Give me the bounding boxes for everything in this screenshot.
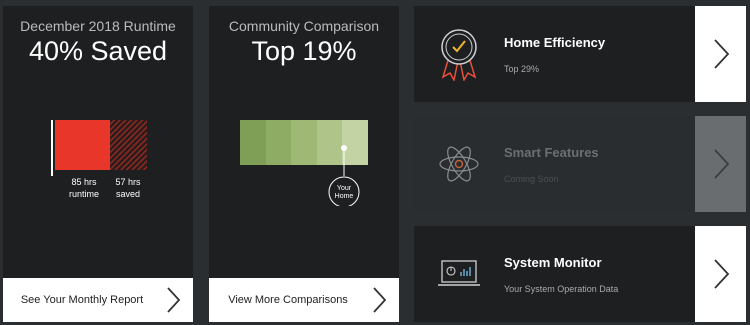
system-monitor-card[interactable]: System Monitor Your System Operation Dat… — [414, 226, 746, 322]
home-efficiency-title: Home Efficiency — [504, 34, 606, 50]
chevron-right-icon — [713, 149, 729, 179]
comparison-segment — [291, 120, 317, 165]
smart-features-card: Smart Features Coming Soon — [414, 116, 746, 212]
view-comparisons-label: View More Comparisons — [228, 294, 348, 306]
runtime-card: December 2018 Runtime 40% Saved 85 hrs r… — [3, 6, 193, 322]
monthly-report-label: See Your Monthly Report — [20, 294, 144, 306]
comparison-segment — [240, 120, 266, 165]
saved-hours-label: saved — [115, 189, 141, 199]
smart-features-chevron — [695, 116, 746, 212]
chevron-right-icon — [713, 39, 729, 69]
smart-features-text: Smart Features Coming Soon — [504, 145, 695, 184]
atom-icon — [414, 116, 504, 212]
runtime-caption: 85 hrs runtime — [59, 176, 109, 200]
chevron-right-icon — [359, 278, 399, 322]
comparison-headline: Top 19% — [251, 36, 357, 66]
comparison-segment — [265, 120, 292, 165]
system-monitor-title: System Monitor — [504, 254, 602, 270]
your-home-marker: Your Home — [328, 145, 360, 206]
runtime-bar-chart — [55, 120, 147, 170]
home-efficiency-card[interactable]: Home Efficiency Top 29% — [414, 6, 746, 102]
your-home-line1: Your — [337, 185, 352, 192]
your-home-line2: Home — [334, 193, 353, 200]
comparison-card: Community Comparison Top 19% Your Home V… — [209, 6, 399, 322]
home-efficiency-text: Home Efficiency Top 29% — [504, 35, 695, 74]
smart-features-subtitle: Coming Soon — [504, 173, 559, 184]
system-monitor-chevron-button[interactable] — [695, 226, 746, 322]
smart-features-title: Smart Features — [504, 144, 599, 160]
runtime-hours: 85 hrs — [71, 177, 97, 187]
chevron-right-icon — [713, 259, 729, 289]
home-efficiency-subtitle: Top 29% — [504, 63, 540, 74]
runtime-headline: 40% Saved — [28, 36, 168, 66]
view-comparisons-button[interactable]: View More Comparisons — [209, 278, 399, 322]
runtime-hours-label: runtime — [68, 189, 99, 199]
saved-bar — [110, 120, 147, 170]
system-monitor-subtitle: Your System Operation Data — [504, 283, 619, 294]
comparison-subtitle: Community Comparison — [228, 18, 380, 34]
home-efficiency-chevron-button[interactable] — [695, 6, 746, 102]
saved-caption: 57 hrs saved — [103, 176, 153, 200]
award-ribbon-icon — [414, 6, 504, 102]
monthly-report-button[interactable]: See Your Monthly Report — [3, 278, 193, 322]
saved-hours: 57 hrs — [115, 177, 141, 187]
system-monitor-text: System Monitor Your System Operation Dat… — [504, 255, 695, 294]
runtime-subtitle: December 2018 Runtime — [20, 18, 176, 34]
chevron-right-icon — [153, 278, 193, 322]
laptop-monitor-icon — [414, 226, 504, 322]
runtime-bar — [55, 120, 111, 170]
